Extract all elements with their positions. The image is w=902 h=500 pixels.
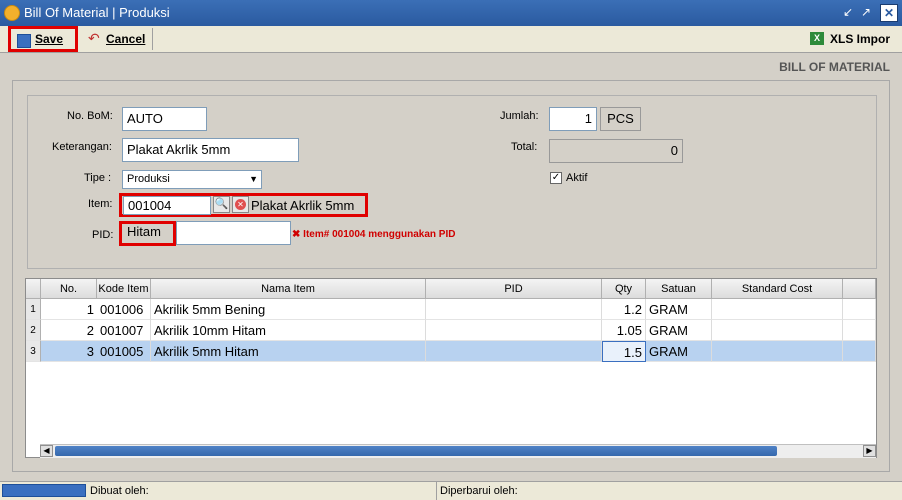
clear-icon: ✕ — [235, 199, 246, 210]
column-header[interactable]: Satuan — [646, 279, 712, 299]
table-row[interactable]: 2 2 001007 Akrilik 10mm Hitam 1.05 GRAM — [26, 320, 876, 341]
jumlah-field[interactable]: 1 — [549, 107, 597, 131]
aktif-label: Aktif — [566, 172, 588, 184]
maximize-icon[interactable]: ↗ — [858, 4, 874, 20]
status-indicator — [2, 484, 86, 497]
undo-icon: ↶ — [88, 30, 100, 46]
scrollbar-thumb[interactable] — [55, 446, 777, 456]
column-header[interactable]: Nama Item — [151, 279, 426, 299]
cell-no: 2 — [41, 320, 97, 341]
floppy-icon — [17, 34, 31, 48]
cell-pid — [426, 320, 602, 341]
row-number: 2 — [26, 320, 41, 341]
diperbarui-label: Diperbarui oleh: — [440, 485, 518, 497]
column-header[interactable]: No. — [41, 279, 97, 299]
no-bom-field[interactable]: AUTO — [122, 107, 207, 131]
tipe-label: Tipe : — [84, 172, 112, 184]
chevron-down-icon: ▼ — [249, 174, 258, 184]
minimize-icon[interactable]: ↙ — [840, 4, 856, 20]
cell-cost — [712, 320, 843, 341]
jumlah-label: Jumlah: — [500, 110, 539, 122]
cell-nama: Akrilik 5mm Hitam — [151, 341, 426, 362]
search-icon[interactable]: 🔍 — [213, 196, 230, 213]
column-header[interactable]: Standard Cost — [712, 279, 843, 299]
cell-nama: Akrilik 10mm Hitam — [151, 320, 426, 341]
cell-nama: Akrilik 5mm Bening — [151, 299, 426, 320]
status-divider — [436, 482, 437, 500]
status-bar: Dibuat oleh: Diperbarui oleh: — [0, 481, 902, 500]
title-bar: Bill Of Material | Produksi ↙ ↗ ✕ — [0, 0, 902, 26]
row-number: 1 — [26, 299, 41, 320]
close-icon[interactable]: ✕ — [880, 4, 898, 22]
item-code-field[interactable]: 001004 — [123, 196, 211, 215]
horizontal-scrollbar[interactable]: ◀ ▶ — [40, 444, 876, 458]
cell-filler — [843, 341, 876, 362]
toolbar: Save ↶ Cancel X XLS Impor — [0, 26, 902, 53]
xls-label: XLS Impor — [830, 32, 891, 46]
scroll-left-icon[interactable]: ◀ — [40, 445, 53, 457]
app-icon — [4, 5, 20, 21]
cell-cost — [712, 299, 843, 320]
clear-item-button[interactable]: ✕ — [232, 196, 249, 213]
no-bom-label: No. BoM: — [67, 110, 113, 122]
cell-filler — [843, 299, 876, 320]
table-row-selected[interactable]: 3 3 001005 Akrilik 5mm Hitam 1.5 GRAM — [26, 341, 876, 362]
cell-pid — [426, 341, 602, 362]
column-header-filler — [843, 279, 876, 299]
dibuat-label: Dibuat oleh: — [90, 485, 149, 497]
row-number: 3 — [26, 341, 41, 362]
cell-kode: 001007 — [97, 320, 151, 341]
aktif-checkbox[interactable]: ✓ — [550, 172, 562, 184]
save-button[interactable]: Save — [8, 26, 78, 52]
total-label: Total: — [511, 141, 538, 153]
column-header[interactable]: Qty — [602, 279, 646, 299]
keterangan-field[interactable]: Plakat Akrlik 5mm — [122, 138, 299, 162]
save-label: Save — [35, 32, 64, 46]
cell-satuan: GRAM — [646, 341, 712, 362]
pid-label: PID: — [92, 229, 114, 241]
pid-value[interactable]: Hitam — [123, 223, 175, 243]
cell-satuan: GRAM — [646, 320, 712, 341]
cell-kode: 001006 — [97, 299, 151, 320]
pid-warning-text: Item# 001004 menggunakan PID — [303, 229, 456, 240]
tipe-select[interactable]: Produksi ▼ — [122, 170, 262, 189]
cell-filler — [843, 320, 876, 341]
item-name: Plakat Akrlik 5mm — [251, 198, 355, 213]
pid-warning: ✖ Item# 001004 menggunakan PID — [292, 229, 455, 240]
window-title: Bill Of Material | Produksi — [24, 5, 170, 20]
total-field: 0 — [549, 139, 683, 163]
cell-no: 3 — [41, 341, 97, 362]
cell-no: 1 — [41, 299, 97, 320]
tipe-value: Produksi — [127, 173, 170, 185]
item-label: Item: — [88, 198, 113, 210]
row-header-corner — [26, 279, 41, 299]
excel-icon: X — [810, 32, 824, 45]
table-row[interactable]: 1 1 001006 Akrilik 5mm Bening 1.2 GRAM — [26, 299, 876, 320]
cell-qty-editing[interactable]: 1.5 — [602, 341, 646, 362]
column-header[interactable]: Kode Item — [97, 279, 151, 299]
cancel-button[interactable]: ↶ Cancel — [82, 28, 153, 50]
warning-icon: ✖ — [292, 229, 301, 240]
keterangan-label: Keterangan: — [52, 141, 112, 153]
scroll-right-icon[interactable]: ▶ — [863, 445, 876, 457]
cell-satuan: GRAM — [646, 299, 712, 320]
cell-pid — [426, 299, 602, 320]
jumlah-unit[interactable]: PCS — [600, 107, 641, 131]
page-title: BILL OF MATERIAL — [779, 60, 890, 74]
items-table: No. Kode Item Nama Item PID Qty Satuan S… — [25, 278, 877, 458]
cancel-label: Cancel — [106, 32, 146, 46]
pid-extra-field[interactable] — [176, 221, 291, 245]
cell-qty: 1.05 — [602, 320, 646, 341]
xls-import-button[interactable]: X XLS Impor — [808, 28, 894, 50]
cell-cost — [712, 341, 843, 362]
column-header[interactable]: PID — [426, 279, 602, 299]
cell-qty: 1.2 — [602, 299, 646, 320]
cell-kode: 001005 — [97, 341, 151, 362]
